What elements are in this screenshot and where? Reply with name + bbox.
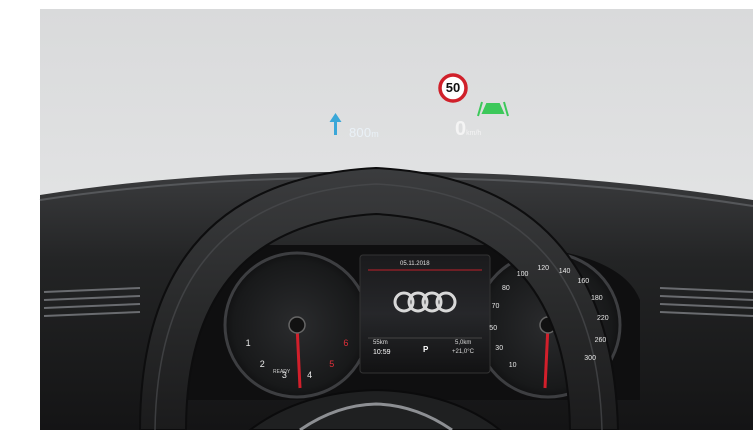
cluster-range-left: 55km [373,340,388,346]
speedo-label: 50 [489,324,498,332]
scene-svg [39,9,753,432]
tachometer-gauge [223,251,371,399]
speedo-label: 260 [594,336,607,344]
speedo-label: 100 [516,271,529,279]
speedo-label: 140 [558,267,571,275]
current-speed-unit: km/h [466,130,482,137]
gear-indicator: P [423,345,429,354]
speedo-label: 180 [590,294,603,302]
hud-dashboard-photo: 50 800m 0km/h 05.11.2018 55km 10:59 P 5,… [0,0,753,432]
speedo-label: 30 [495,345,504,353]
range-left-value: 55 [373,340,380,346]
speedo-label: 10 [508,362,517,370]
temperature-unit: °C [467,349,474,355]
tacho-label: 6 [343,337,349,348]
tacho-label: 3 [281,370,287,381]
navigation-distance-value: 800 [349,125,372,140]
navigation-distance-unit: m [371,129,379,139]
current-speed-value: 0 [455,118,467,140]
speedo-label: 80 [501,284,510,292]
cluster-time: 10:59 [373,349,391,356]
speedo-label: 300 [584,355,596,363]
cluster-date: 05.11.2018 [400,261,430,267]
tacho-label: 2 [259,358,265,369]
tacho-label: 5 [329,358,335,369]
tacho-label: 4 [307,370,313,381]
hud-current-speed: 0km/h [455,118,481,141]
temperature-value: +21,0 [452,349,468,355]
speedo-label: 120 [537,265,550,273]
range-left-unit: km [379,340,388,346]
navigation-distance: 800m [349,125,379,140]
speed-limit-value: 50 [445,80,461,95]
speedo-label: 160 [577,277,590,285]
range-right-unit: km [463,340,472,346]
speedo-label: 220 [596,315,609,323]
tacho-label: 1 [245,337,251,348]
cluster-temperature: +21,0°C [452,349,474,355]
cluster-range-right: 5,0km [455,340,471,346]
speedo-label: 70 [491,303,500,311]
